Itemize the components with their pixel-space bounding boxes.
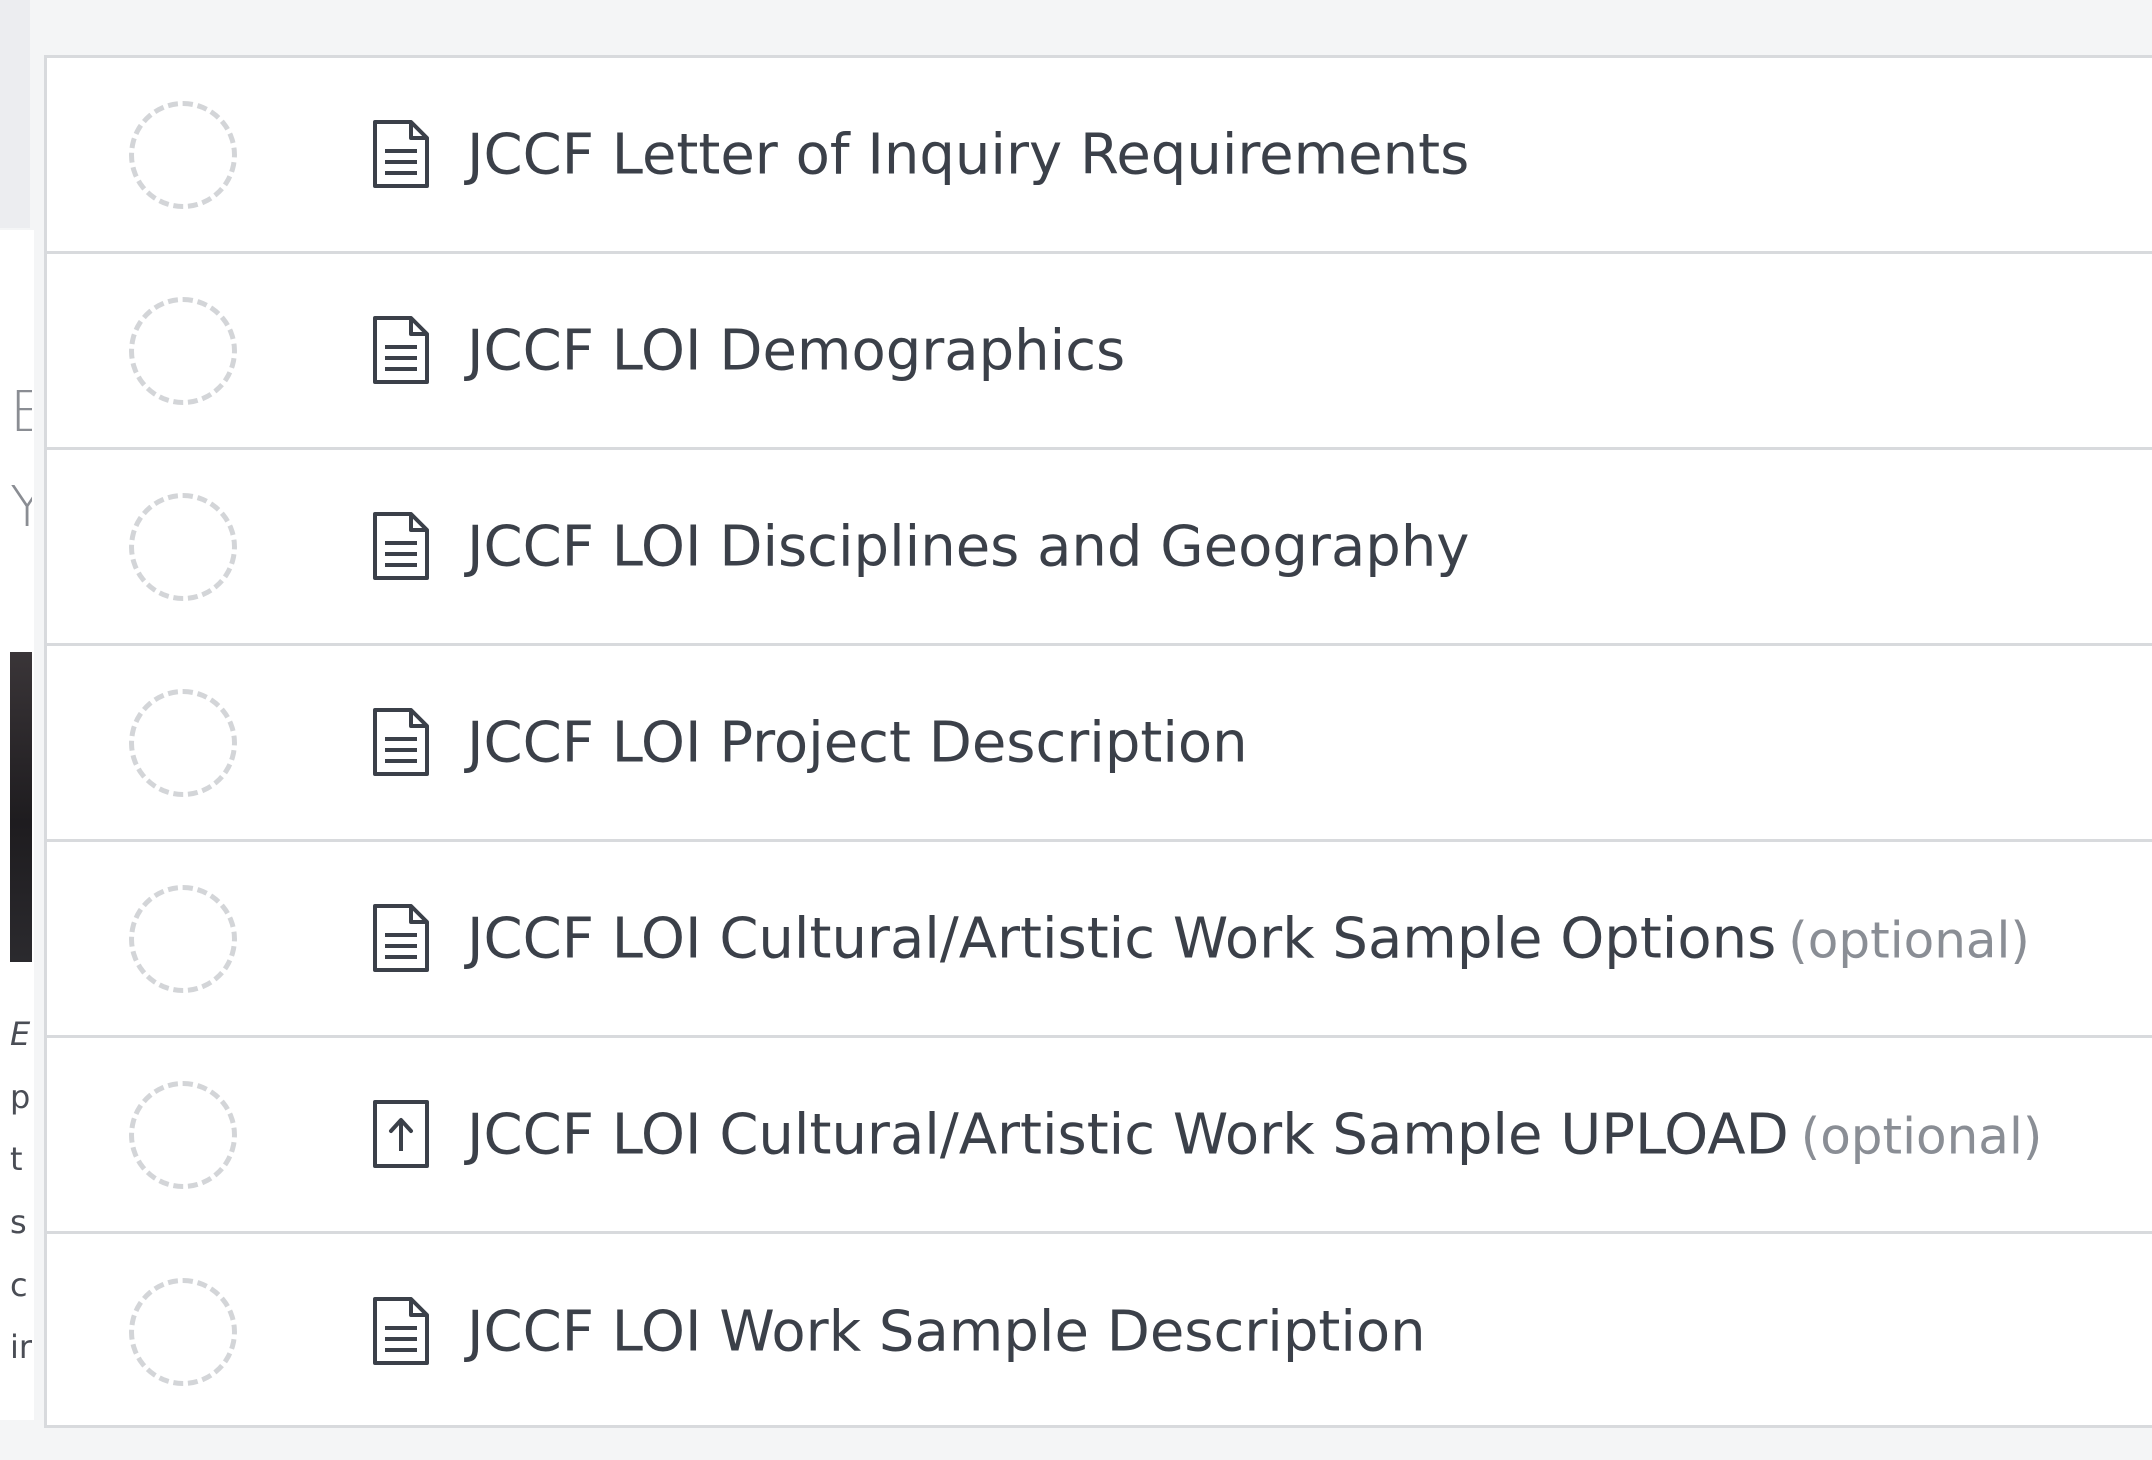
status-incomplete-icon [129,688,237,797]
optional-tag: (optional) [1788,911,2030,969]
document-icon [373,903,429,972]
task-title[interactable]: JCCF LOI Disciplines and Geography [467,514,1481,579]
task-list: JCCF Letter of Inquiry Requirements JCCF… [44,55,2152,1428]
task-row[interactable]: JCCF Letter of Inquiry Requirements [47,58,2152,254]
task-row[interactable]: JCCF LOI Work Sample Description [47,1234,2152,1430]
task-row[interactable]: JCCF LOI Cultural/Artistic Work Sample O… [47,842,2152,1038]
background-text-fragment: ir [10,1328,32,1366]
task-title[interactable]: JCCF LOI Project Description [467,710,1260,775]
status-incomplete-icon [129,296,237,405]
background-heading-fragment: E [10,380,32,445]
status-incomplete-icon [129,492,237,601]
background-text-fragment: s [10,1203,27,1241]
document-icon [373,315,429,384]
task-row[interactable]: JCCF LOI Project Description [47,646,2152,842]
task-title[interactable]: JCCF LOI Demographics [467,318,1137,383]
task-title[interactable]: JCCF LOI Cultural/Artistic Work Sample O… [467,906,2030,971]
status-incomplete-icon [129,100,237,209]
document-icon [373,1297,429,1365]
document-icon [373,119,429,188]
status-incomplete-icon [129,1080,237,1189]
background-heading-fragment: Y [10,475,32,540]
task-row[interactable]: JCCF LOI Demographics [47,254,2152,450]
task-title[interactable]: JCCF Letter of Inquiry Requirements [467,122,1481,187]
background-text-fragment: E [10,1015,31,1053]
document-icon [373,707,429,776]
background-text-fragment: c [10,1266,28,1304]
optional-tag: (optional) [1800,1107,2043,1165]
status-incomplete-icon [129,1278,237,1386]
background-text-fragment: p [10,1078,31,1116]
task-title[interactable]: JCCF LOI Cultural/Artistic Work Sample U… [467,1102,2042,1167]
upload-icon [373,1099,429,1168]
background-image [10,652,32,962]
task-title[interactable]: JCCF LOI Work Sample Description [467,1300,1438,1365]
document-icon [373,511,429,580]
background-header-strip [0,0,30,228]
task-row[interactable]: JCCF LOI Disciplines and Geography [47,450,2152,646]
task-row[interactable]: JCCF LOI Cultural/Artistic Work Sample U… [47,1038,2152,1234]
status-incomplete-icon [129,884,237,993]
background-text-fragment: t [10,1140,23,1178]
